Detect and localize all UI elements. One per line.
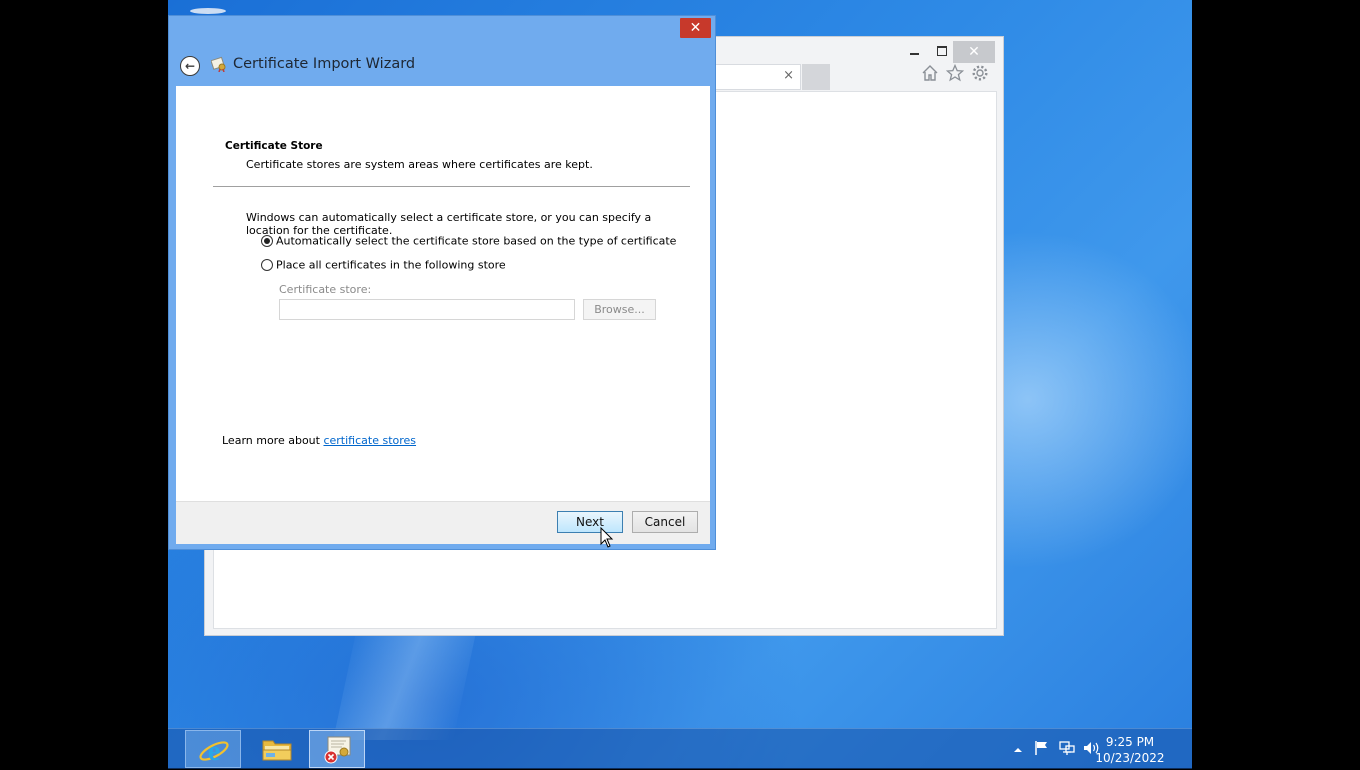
dialog-close-button[interactable]: ✕ xyxy=(680,18,711,38)
clock-date: 10/23/2022 xyxy=(1095,751,1165,765)
wizard-panel: Certificate Store Certificate stores are… xyxy=(176,86,710,544)
desktop-icon-partial xyxy=(190,8,226,14)
network-icon[interactable] xyxy=(1059,740,1075,759)
cancel-button[interactable]: Cancel xyxy=(632,511,698,533)
gear-icon[interactable] xyxy=(969,64,991,86)
certificate-icon xyxy=(210,56,228,73)
page-subheading: Certificate stores are system areas wher… xyxy=(246,158,593,171)
radio-auto-select-indicator[interactable] xyxy=(261,235,273,247)
certificate-error-icon xyxy=(322,735,354,769)
system-clock[interactable]: 9:25 PM 10/23/2022 xyxy=(1086,734,1174,766)
ie-new-tab-button[interactable] xyxy=(802,64,830,90)
chevron-up-icon[interactable] xyxy=(1013,743,1023,757)
page-heading: Certificate Store xyxy=(225,140,323,152)
radio-auto-select-label[interactable]: Automatically select the certificate sto… xyxy=(276,235,676,248)
certificate-store-label: Certificate store: xyxy=(279,283,372,296)
taskbar-internet-explorer[interactable]: e xyxy=(185,730,241,768)
svg-text:e: e xyxy=(208,736,220,766)
taskbar-file-explorer[interactable] xyxy=(249,730,305,768)
radio-auto-select[interactable]: Automatically select the certificate sto… xyxy=(261,234,676,248)
taskbar: e 9:25 PM 10/23/2022 xyxy=(168,728,1192,769)
certificate-stores-link[interactable]: certificate stores xyxy=(323,434,416,447)
dialog-title: Certificate Import Wizard xyxy=(233,56,416,72)
home-icon[interactable] xyxy=(919,64,941,86)
ie-minimize-button[interactable] xyxy=(901,41,929,63)
divider xyxy=(213,186,690,187)
wizard-footer: Next Cancel xyxy=(176,501,710,544)
ie-maximize-button[interactable] xyxy=(928,41,956,63)
ie-tab-close-icon[interactable]: × xyxy=(783,68,794,83)
radio-place-in-store-indicator[interactable] xyxy=(261,259,273,271)
back-arrow-icon[interactable]: ← xyxy=(180,56,200,76)
learn-more-text: Learn more about certificate stores xyxy=(222,434,416,447)
clock-time: 9:25 PM xyxy=(1105,735,1155,749)
ie-close-button[interactable]: ✕ xyxy=(953,41,995,63)
learn-more-prefix: Learn more about xyxy=(222,434,324,447)
folder-icon xyxy=(262,737,292,761)
ie-tab[interactable]: × xyxy=(715,64,801,90)
browse-button: Browse... xyxy=(583,299,656,320)
certificate-store-field xyxy=(279,299,575,320)
flag-icon[interactable] xyxy=(1034,740,1050,759)
radio-place-in-store-label[interactable]: Place all certificates in the following … xyxy=(276,259,506,272)
star-icon[interactable] xyxy=(944,63,966,86)
radio-place-in-store[interactable]: Place all certificates in the following … xyxy=(261,258,506,272)
internet-explorer-icon: e xyxy=(198,734,230,767)
mouse-cursor-icon xyxy=(600,526,614,549)
taskbar-certificate-import[interactable] xyxy=(309,730,365,768)
certificate-import-wizard-dialog: ✕ ← Certificate Import Wizard Certificat… xyxy=(168,15,716,550)
